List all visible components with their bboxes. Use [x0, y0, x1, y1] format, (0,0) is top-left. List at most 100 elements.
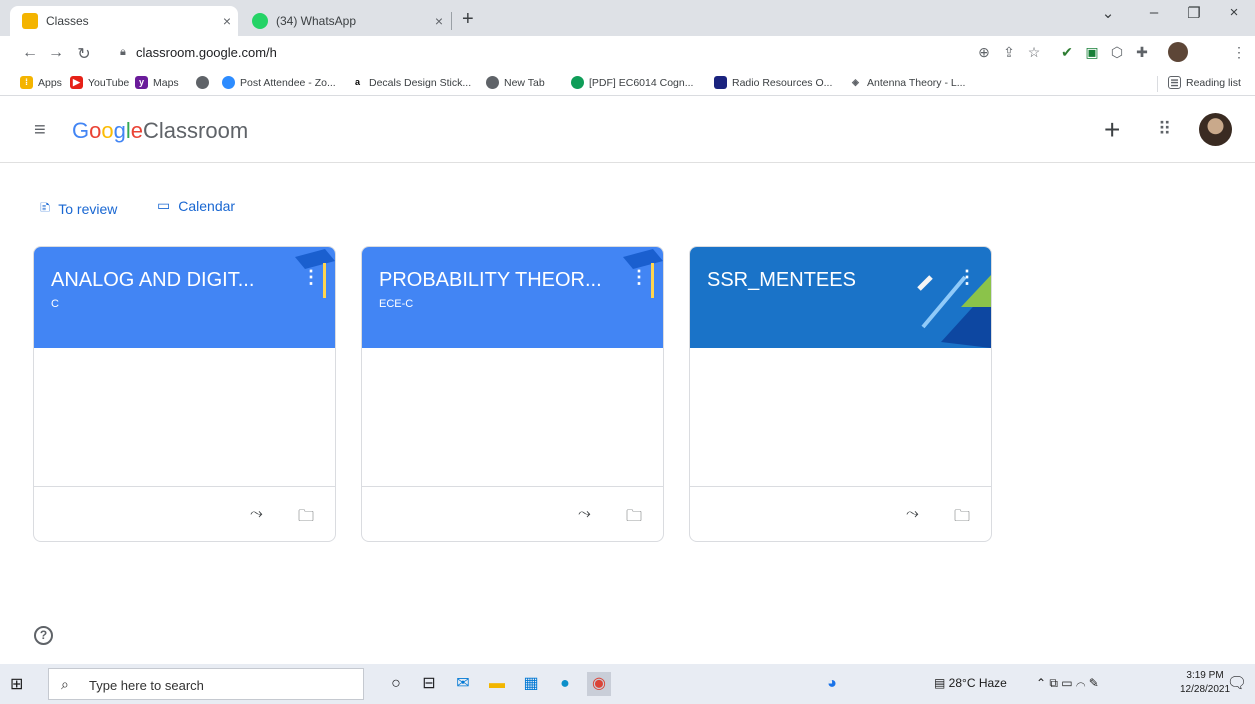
bookmark-label: [PDF] EC6014 Cogn...	[589, 76, 694, 89]
new-tab-button[interactable]: +	[462, 8, 474, 31]
close-tab-icon[interactable]: ×	[216, 13, 238, 29]
close-window-button[interactable]: ×	[1222, 4, 1246, 21]
close-tab-icon[interactable]: ×	[428, 13, 450, 29]
extension-pocket-icon[interactable]: ⬡	[1108, 44, 1126, 61]
browser-tab-strip: Classes × (34) WhatsApp × + ⌄ – ❐ ×	[0, 0, 1255, 36]
extensions-puzzle-icon[interactable]: ✚	[1133, 44, 1151, 61]
task-view-icon[interactable]: ⊟	[417, 672, 441, 696]
notifications-icon[interactable]: 🗨︎	[1225, 672, 1249, 696]
pencil-illustration	[917, 275, 991, 348]
trending-icon[interactable]: ⤳	[906, 505, 919, 523]
url-text[interactable]: classroom.google.com/h	[136, 45, 277, 60]
bookmark-star-icon[interactable]: ☆	[1025, 44, 1043, 61]
reading-list-button[interactable]: ☰ Reading list	[1168, 76, 1241, 89]
mail-icon[interactable]: ✉	[451, 672, 475, 696]
bookmarks-bar: ⁞ Apps ▶ YouTube y Maps Post Attendee - …	[0, 72, 1255, 96]
lock-icon: 🔒︎	[120, 46, 126, 58]
tab-whatsapp[interactable]: (34) WhatsApp ×	[240, 6, 450, 36]
calendar-link[interactable]: ▭ Calendar	[157, 197, 235, 214]
class-card-probability[interactable]: PROBABILITY THEOR... ECE-C ⋮ ⤳ 🗀︎	[361, 246, 664, 542]
main-menu-icon[interactable]: ≡	[34, 119, 46, 142]
class-options-icon[interactable]: ⋮	[958, 267, 976, 288]
create-or-join-class-button[interactable]: +	[1104, 114, 1120, 146]
bookmark-maps[interactable]: y Maps	[135, 76, 179, 89]
taskbar-clock[interactable]: 3:19 PM 12/28/2021	[1180, 669, 1230, 697]
folder-icon[interactable]: 🗀︎	[626, 505, 642, 532]
file-explorer-icon[interactable]: ▬	[485, 672, 509, 696]
edge-icon[interactable]: ●	[553, 672, 577, 696]
google-apps-icon[interactable]: ⠿	[1158, 119, 1171, 140]
browser-menu-icon[interactable]: ⋮	[1230, 44, 1248, 61]
classroom-logo[interactable]: GoogleClassroom	[72, 118, 248, 144]
account-avatar[interactable]	[1199, 113, 1232, 146]
help-icon[interactable]: ?	[34, 626, 53, 645]
zoom-icon	[222, 76, 235, 89]
store-icon[interactable]: ▦	[519, 672, 543, 696]
weather-widget[interactable]: ▤ 28°C Haze	[934, 676, 1007, 690]
bookmark-globe[interactable]	[196, 76, 214, 89]
google-wordmark: Google	[72, 118, 144, 143]
trending-icon[interactable]: ⤳	[250, 505, 263, 523]
back-arrow-icon[interactable]: ←	[20, 44, 40, 62]
chrome-profile-icon[interactable]: ◕	[820, 672, 844, 696]
extension-grid-icon[interactable]: ▣	[1083, 44, 1101, 61]
apps-icon: ⁞	[20, 76, 33, 89]
extension-check-icon[interactable]: ✔	[1058, 44, 1076, 61]
bookmark-label: Decals Design Stick...	[369, 76, 472, 89]
tab-separator	[451, 12, 452, 30]
bookmark-label: Post Attendee - Zo...	[240, 76, 336, 89]
bookmark-post-attendee[interactable]: Post Attendee - Zo...	[222, 76, 336, 89]
folder-icon[interactable]: 🗀︎	[954, 505, 970, 532]
bookmark-antenna-theory[interactable]: ◈ Antenna Theory - L...	[849, 76, 965, 89]
classroom-favicon-icon	[22, 13, 38, 29]
class-title[interactable]: ANALOG AND DIGIT...	[51, 269, 254, 292]
windows-taskbar: ⊞ ⌕ Type here to search ○ ⊟ ✉ ▬ ▦ ● ◉ ◕ …	[0, 664, 1255, 704]
reload-icon[interactable]: ↻	[74, 44, 94, 64]
radio-icon	[714, 76, 727, 89]
folder-icon[interactable]: 🗀︎	[298, 505, 314, 532]
bookmark-label: Apps	[38, 76, 62, 89]
bookmark-pdf[interactable]: [PDF] EC6014 Cogn...	[571, 76, 693, 89]
graduation-cap-illustration	[295, 249, 335, 298]
bookmark-new-tab[interactable]: New Tab	[486, 76, 545, 89]
address-bar[interactable]: 🔒︎ classroom.google.com/h	[108, 39, 988, 67]
bookmark-radio-resources[interactable]: Radio Resources O...	[714, 76, 832, 89]
bookmark-apps[interactable]: ⁞ Apps	[20, 76, 62, 89]
antenna-icon: ◈	[849, 76, 862, 89]
globe-icon	[196, 76, 209, 89]
bookmark-label: New Tab	[504, 76, 545, 89]
system-tray-icons[interactable]: ⌃ ⧉ ▭ ⌒ ✎	[1036, 676, 1099, 691]
tab-classes[interactable]: Classes ×	[10, 6, 238, 36]
class-options-icon[interactable]: ⋮	[302, 267, 320, 288]
bookmark-decals[interactable]: a Decals Design Stick...	[351, 76, 471, 89]
reading-list-label: Reading list	[1186, 76, 1241, 89]
trending-icon[interactable]: ⤳	[578, 505, 591, 523]
card-footer: ⤳ 🗀︎	[690, 486, 991, 541]
tab-search-chevron-icon[interactable]: ⌄	[1096, 4, 1120, 22]
app-header: ≡ GoogleClassroom + ⠿	[0, 97, 1255, 163]
share-icon[interactable]: ⇪	[1000, 44, 1018, 61]
classroom-wordmark: Classroom	[143, 118, 249, 143]
zoom-icon[interactable]: ⊕	[975, 44, 993, 61]
class-options-icon[interactable]: ⋮	[630, 267, 648, 288]
windows-start-icon[interactable]: ⊞	[10, 674, 23, 694]
card-footer: ⤳ 🗀︎	[362, 486, 663, 541]
to-review-link[interactable]: 🗈︎ To review	[40, 197, 117, 221]
class-title[interactable]: PROBABILITY THEOR...	[379, 269, 602, 292]
class-card-analog[interactable]: ANALOG AND DIGIT... C ⋮ ⤳ 🗀︎	[33, 246, 336, 542]
forward-arrow-icon[interactable]: →	[46, 44, 66, 62]
class-title[interactable]: SSR_MENTEES	[707, 269, 856, 292]
bookmark-label: Maps	[153, 76, 179, 89]
class-card-ssr-mentees[interactable]: SSR_MENTEES ⋮ ⤳ 🗀︎	[689, 246, 992, 542]
taskbar-search-box[interactable]: ⌕ Type here to search	[48, 668, 364, 700]
weather-icon: ▤	[934, 676, 949, 690]
bookmark-youtube[interactable]: ▶ YouTube	[70, 76, 129, 89]
search-icon: ⌕	[61, 676, 69, 692]
chrome-icon[interactable]: ◉	[587, 672, 611, 696]
restore-button[interactable]: ❐	[1182, 4, 1206, 22]
minimize-button[interactable]: –	[1142, 4, 1166, 21]
profile-avatar[interactable]	[1168, 42, 1188, 62]
cortana-icon[interactable]: ○	[384, 672, 408, 696]
graduation-cap-illustration	[623, 249, 663, 298]
taskbar-search-placeholder: Type here to search	[89, 678, 204, 693]
